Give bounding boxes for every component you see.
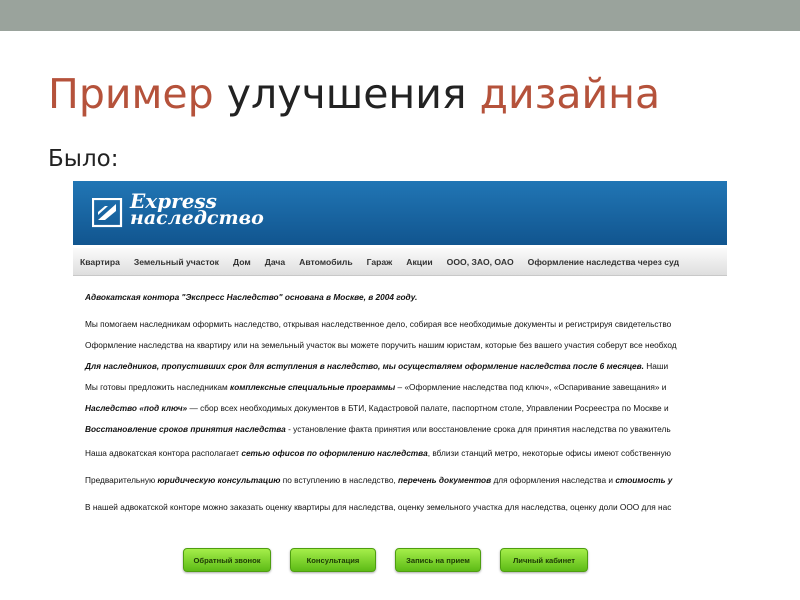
nav-item-sud[interactable]: Оформление наследства через суд (521, 257, 686, 267)
nav-item-garazh[interactable]: Гараж (360, 257, 400, 267)
content-line: Наша адвокатская контора располагает сет… (85, 448, 671, 458)
nav-item-dom[interactable]: Дом (226, 257, 258, 267)
content-line: В нашей адвокатской конторе можно заказа… (85, 502, 672, 512)
nav-item-dacha[interactable]: Дача (258, 257, 292, 267)
logo-icon (92, 198, 123, 228)
website-screenshot: Express наследство Квартира Земельный уч… (73, 181, 727, 581)
nav-item-ooo[interactable]: ООО, ЗАО, ОАО (440, 257, 521, 267)
nav-item-zemelny[interactable]: Земельный участок (127, 257, 226, 267)
content-line: Оформление наследства на квартиру или на… (85, 340, 677, 350)
slide-subtitle: Было: (48, 146, 119, 172)
content-line: Предварительную юридическую консультацию… (85, 475, 673, 485)
title-word-2: улучшения (226, 70, 467, 118)
nav-item-kvartira[interactable]: Квартира (73, 257, 127, 267)
appointment-button[interactable]: Запись на прием (395, 548, 481, 572)
site-content: Адвокатская контора "Экспресс Наследство… (85, 291, 727, 522)
content-line: Для наследников, пропустивших срок для в… (85, 361, 669, 371)
content-line: Восстановление сроков принятия наследств… (85, 424, 671, 434)
top-decor-bar (0, 0, 800, 31)
content-line: Мы помогаем наследникам оформить наследс… (85, 319, 672, 329)
personal-cabinet-button[interactable]: Личный кабинет (500, 548, 588, 572)
nav-item-auto[interactable]: Автомобиль (292, 257, 359, 267)
callback-button[interactable]: Обратный звонок (183, 548, 271, 572)
action-buttons: Обратный звонок Консультация Запись на п… (183, 548, 607, 572)
consultation-button[interactable]: Консультация (290, 548, 376, 572)
slide-title: Пример улучшения дизайна (48, 66, 660, 122)
title-word-3: дизайна (479, 70, 661, 118)
content-line: Адвокатская контора "Экспресс Наследство… (85, 292, 418, 302)
logo-text-line2: наследство (130, 207, 264, 229)
content-line: Мы готовы предложить наследникам комплек… (85, 382, 667, 392)
content-line: Наследство «под ключ» — сбор всех необхо… (85, 403, 669, 413)
site-header: Express наследство (73, 181, 727, 245)
title-word-1: Пример (48, 70, 214, 118)
nav-item-akcii[interactable]: Акции (399, 257, 439, 267)
site-nav: Квартира Земельный участок Дом Дача Авто… (73, 248, 727, 276)
